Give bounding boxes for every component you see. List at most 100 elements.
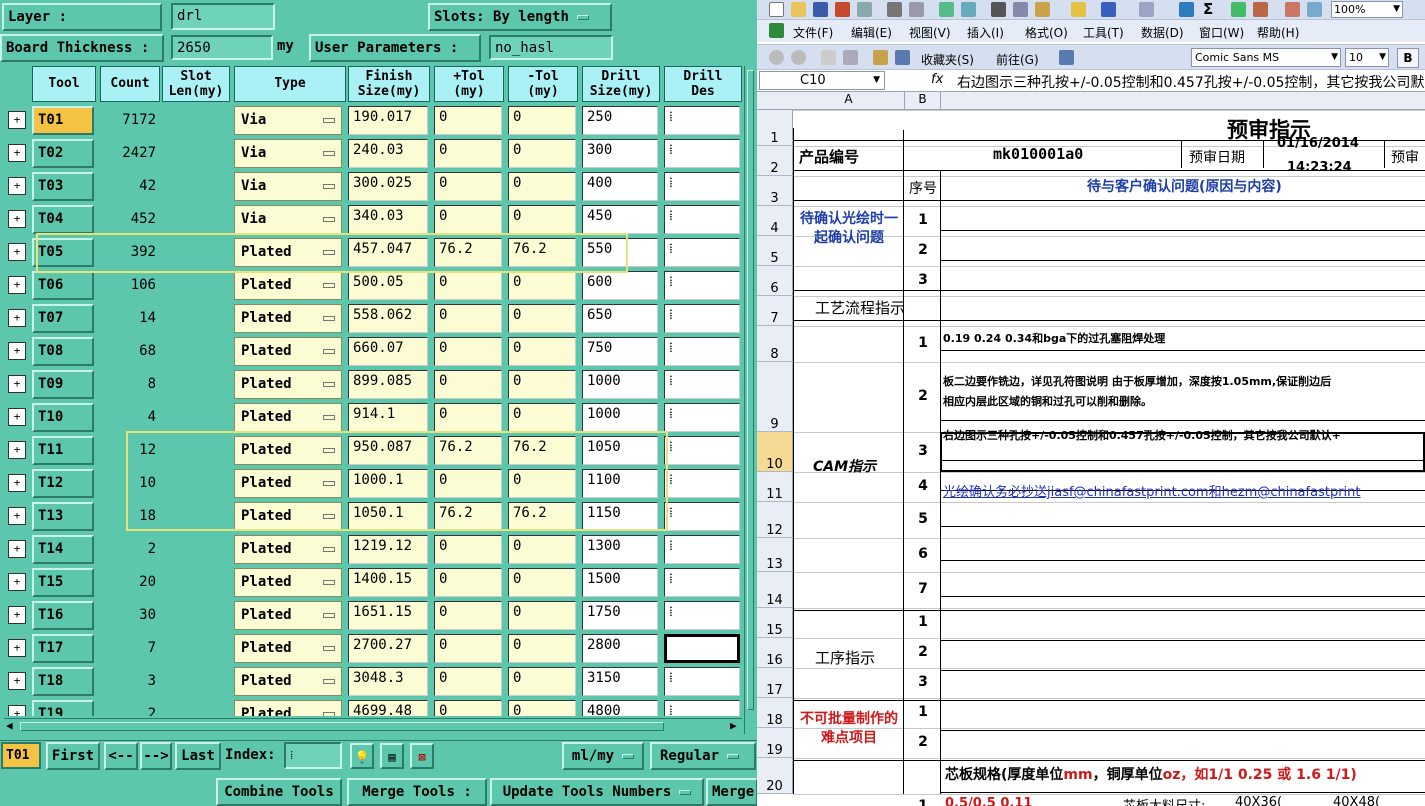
finish-size-input[interactable]: 1400.15 xyxy=(348,568,428,597)
plus-tol-input[interactable]: 0 xyxy=(434,106,502,135)
type-dropdown[interactable]: Plated xyxy=(234,634,342,663)
finish-size-input[interactable]: 914.1 xyxy=(348,403,428,432)
tool-cell[interactable]: T15 xyxy=(32,568,94,597)
column-header-drill-des[interactable]: Drill Des xyxy=(664,66,742,102)
row-header[interactable]: 19 xyxy=(757,728,793,758)
type-dropdown[interactable]: Plated xyxy=(234,601,342,630)
email-icon[interactable] xyxy=(857,2,872,17)
drill-des-input[interactable]: ⁞ xyxy=(664,469,740,498)
finish-size-input[interactable]: 4699.48 xyxy=(348,700,428,716)
cam-instruction-4-link[interactable]: 光绘确认务必抄送jiasf@chinafastprint.com和hezm@ch… xyxy=(943,481,1361,500)
minus-tol-input[interactable]: 0 xyxy=(508,271,576,300)
tool-cell[interactable]: T01 xyxy=(32,106,94,135)
table-row[interactable]: + T18 3 Plated 3048.3 0 0 3150 ⁞ xyxy=(4,665,742,698)
finish-size-input[interactable]: 1219.12 xyxy=(348,535,428,564)
row-header[interactable]: 20 xyxy=(757,758,793,794)
table-row[interactable]: + T03 42 Via 300.025 0 0 400 ⁞ xyxy=(4,170,742,203)
core-size-option-2[interactable]: 40X48( xyxy=(1333,795,1380,806)
type-dropdown[interactable]: Plated xyxy=(234,304,342,333)
save-icon[interactable] xyxy=(813,2,828,17)
first-button[interactable]: First xyxy=(46,742,100,770)
drill-size-input[interactable]: 650 xyxy=(582,304,658,333)
minus-tol-input[interactable]: 0 xyxy=(508,370,576,399)
column-header-slot-len[interactable]: Slot Len(my) xyxy=(162,66,230,102)
finish-size-input[interactable]: 340.03 xyxy=(348,205,428,234)
drill-des-input[interactable]: ⁞ xyxy=(664,601,740,630)
drill-size-input[interactable]: 1000 xyxy=(582,370,658,399)
finish-size-input[interactable]: 240.03 xyxy=(348,139,428,168)
drill-size-input[interactable]: 400 xyxy=(582,172,658,201)
tool-cell[interactable]: T08 xyxy=(32,337,94,366)
type-dropdown[interactable]: Plated xyxy=(234,403,342,432)
cam-instruction-3[interactable]: 右边图示三种孔按+/-0.05控制和0.457孔按+/-0.05控制，其它按我公… xyxy=(943,427,1341,443)
finish-size-input[interactable]: 2700.27 xyxy=(348,634,428,663)
type-dropdown[interactable]: Plated xyxy=(234,535,342,564)
lightbulb-icon[interactable]: 💡 xyxy=(350,743,374,769)
tool-cell[interactable]: T02 xyxy=(32,139,94,168)
plus-tol-input[interactable]: 0 xyxy=(434,139,502,168)
drill-size-input[interactable]: 1750 xyxy=(582,601,658,630)
finish-size-input[interactable]: 3048.3 xyxy=(348,667,428,696)
copy-icon[interactable] xyxy=(1013,2,1028,17)
finish-size-input[interactable]: 950.087 xyxy=(348,436,428,465)
row-header[interactable]: 7 xyxy=(757,296,793,326)
review-time-value[interactable]: 14:23:24 xyxy=(1287,160,1352,175)
redo-icon[interactable] xyxy=(1139,2,1154,17)
column-header-plus-tol[interactable]: +Tol (my) xyxy=(434,66,504,102)
table-row[interactable]: + T16 30 Plated 1651.15 0 0 1750 ⁞ xyxy=(4,599,742,632)
plus-tol-input[interactable]: 0 xyxy=(434,370,502,399)
row-header[interactable]: 8 xyxy=(757,326,793,362)
expand-row-icon[interactable]: + xyxy=(8,441,26,459)
drill-size-input[interactable]: 750 xyxy=(582,337,658,366)
row-header[interactable]: 10 xyxy=(757,432,793,472)
chart-wizard-icon[interactable] xyxy=(1285,2,1300,17)
menu-tools[interactable]: 工具(T) xyxy=(1083,24,1124,41)
type-dropdown[interactable]: Plated xyxy=(234,370,342,399)
research-icon[interactable] xyxy=(961,2,976,17)
type-dropdown[interactable]: Plated xyxy=(234,238,342,267)
type-dropdown[interactable]: Plated xyxy=(234,337,342,366)
index-field[interactable]: ⁞ xyxy=(284,742,342,769)
name-box[interactable]: C10 ▼ xyxy=(759,71,885,90)
table-row[interactable]: + T17 7 Plated 2700.27 0 0 2800 xyxy=(4,632,742,665)
plus-tol-input[interactable]: 0 xyxy=(434,469,502,498)
finish-size-input[interactable]: 190.017 xyxy=(348,106,428,135)
refresh-icon[interactable] xyxy=(843,50,858,65)
back-icon[interactable] xyxy=(769,50,784,65)
minus-tol-input[interactable]: 76.2 xyxy=(508,502,576,531)
combine-tools-button[interactable]: Combine Tools xyxy=(216,778,342,806)
minus-tol-input[interactable]: 0 xyxy=(508,601,576,630)
zoom-dropdown[interactable]: 100% ▼ xyxy=(1331,1,1403,18)
goto-menu[interactable]: 前往(G) xyxy=(996,51,1039,68)
row-header[interactable]: 2 xyxy=(757,146,793,176)
core-spec-value[interactable]: 0.5/0.5 0.11 xyxy=(945,796,1032,806)
drawing-icon[interactable] xyxy=(1307,2,1322,17)
menu-help[interactable]: 帮助(H) xyxy=(1257,24,1299,41)
drill-des-input[interactable]: ⁞ xyxy=(664,139,740,168)
drill-size-input[interactable]: 1150 xyxy=(582,502,658,531)
cam-instruction-2b[interactable]: 相应内层此区域的铜和过孔可以削和删除。 xyxy=(943,393,1152,409)
scroll-left-icon[interactable]: ◀ xyxy=(6,719,13,732)
finish-size-input[interactable]: 300.025 xyxy=(348,172,428,201)
column-header-a[interactable]: A xyxy=(793,92,905,110)
menu-insert[interactable]: 插入(I) xyxy=(967,24,1004,41)
tool-cell[interactable]: T03 xyxy=(32,172,94,201)
drill-size-input[interactable]: 450 xyxy=(582,205,658,234)
column-header-count[interactable]: Count xyxy=(100,66,160,102)
expand-row-icon[interactable]: + xyxy=(8,474,26,492)
drill-des-input[interactable]: ⁞ xyxy=(664,205,740,234)
plus-tol-input[interactable]: 0 xyxy=(434,700,502,716)
plus-tol-input[interactable]: 0 xyxy=(434,304,502,333)
type-dropdown[interactable]: Plated xyxy=(234,469,342,498)
expand-row-icon[interactable]: + xyxy=(8,639,26,657)
menu-data[interactable]: 数据(D) xyxy=(1141,24,1184,41)
drill-size-input[interactable]: 550 xyxy=(582,238,658,267)
cut-icon[interactable] xyxy=(991,2,1006,17)
drill-des-input[interactable]: ⁞ xyxy=(664,304,740,333)
table-row[interactable]: + T14 2 Plated 1219.12 0 0 1300 ⁞ xyxy=(4,533,742,566)
cam-instruction-1[interactable]: 0.19 0.24 0.34和bga下的过孔塞阻焊处理 xyxy=(943,330,1165,346)
row-header[interactable]: 16 xyxy=(757,638,793,668)
drill-size-input[interactable]: 4800 xyxy=(582,700,658,716)
delete-icon[interactable]: ⊠ xyxy=(410,743,434,769)
drill-size-input[interactable]: 300 xyxy=(582,139,658,168)
